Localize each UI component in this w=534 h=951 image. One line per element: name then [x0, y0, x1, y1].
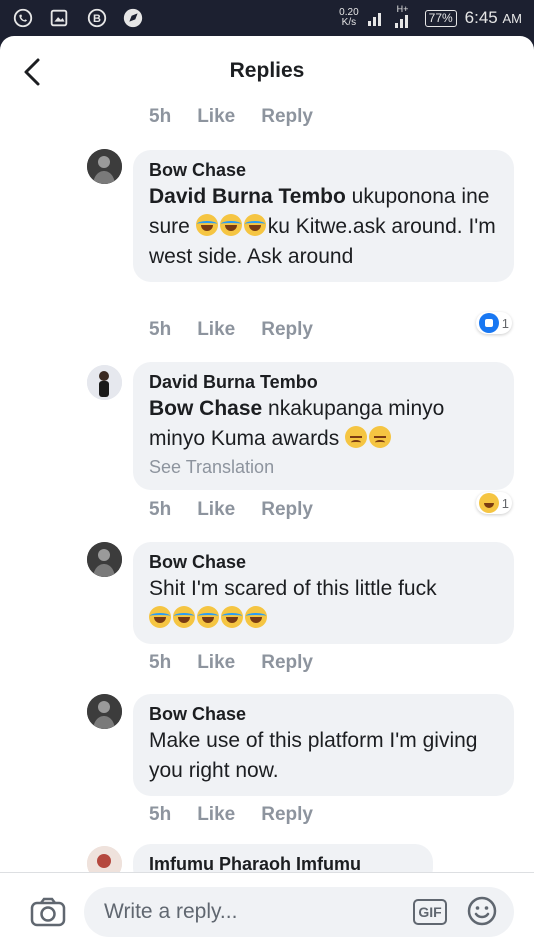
- camera-icon[interactable]: [30, 897, 66, 927]
- comment-text: David Burna Tembo ukuponona ine sure ku …: [149, 182, 498, 272]
- laughing-emoji-icon: [245, 606, 267, 628]
- comment-meta: 5h Like Reply: [149, 319, 313, 341]
- whatsapp-icon: [13, 8, 33, 28]
- gif-button[interactable]: GIF: [413, 899, 447, 925]
- reaction-count: 1: [501, 315, 509, 331]
- comment-author[interactable]: Bow Chase: [149, 703, 498, 726]
- comment-meta: 5h Like Reply: [149, 652, 313, 674]
- avatar-image: [87, 149, 122, 184]
- signal-h-plus: H+: [393, 4, 417, 28]
- clock: 6:45 AM: [465, 8, 522, 28]
- laughing-emoji-icon: [219, 214, 242, 236]
- comment-meta: 5h Like Reply: [149, 499, 313, 521]
- comment-author[interactable]: Bow Chase: [149, 159, 498, 182]
- avatar-image: [87, 694, 122, 729]
- comment-meta: 5h Like Reply: [149, 804, 313, 826]
- comment-bubble[interactable]: Bow Chase Shit I'm scared of this little…: [133, 542, 514, 644]
- like-button[interactable]: Like: [197, 499, 235, 521]
- reaction-summary[interactable]: 1: [475, 492, 512, 514]
- signal-icon: [367, 13, 381, 26]
- signal-icon-2: [394, 15, 408, 28]
- b-badge-icon: B: [87, 8, 107, 28]
- pouting-emoji-icon: [345, 426, 368, 448]
- like-button[interactable]: Like: [197, 804, 235, 826]
- like-button[interactable]: Like: [197, 652, 235, 674]
- like-button[interactable]: Like: [197, 106, 235, 128]
- avatar[interactable]: [87, 365, 122, 400]
- mention-link[interactable]: Bow Chase: [149, 397, 262, 420]
- laughing-emoji-icon: [197, 606, 219, 628]
- emoji-picker-icon[interactable]: [466, 895, 498, 927]
- comment-bubble[interactable]: Bow Chase David Burna Tembo ukuponona in…: [133, 150, 514, 282]
- comment-time: 5h: [149, 652, 172, 673]
- haha-reaction-icon: [478, 493, 499, 513]
- replies-sheet: Replies 5h Like Reply Bow Chase David Bu…: [0, 36, 534, 951]
- compass-icon: [123, 8, 143, 28]
- avatar-image: [87, 365, 122, 400]
- comment-author[interactable]: Bow Chase: [149, 551, 498, 574]
- avatar[interactable]: [87, 149, 122, 184]
- reply-composer: GIF: [0, 872, 534, 951]
- gallery-icon: [50, 9, 68, 27]
- reply-button[interactable]: Reply: [261, 319, 313, 341]
- like-button[interactable]: Like: [197, 319, 235, 341]
- reply-button[interactable]: Reply: [261, 652, 313, 674]
- comment-bubble[interactable]: David Burna Tembo Bow Chase nkakupanga m…: [133, 362, 514, 490]
- mention-link[interactable]: David Burna Tembo: [149, 185, 346, 208]
- clock-time: 6:45: [464, 8, 498, 27]
- reply-button[interactable]: Reply: [261, 804, 313, 826]
- network-speed: 0.20 K/s: [339, 8, 358, 28]
- reply-button[interactable]: Reply: [261, 499, 313, 521]
- comment-meta: 5h Like Reply: [149, 106, 313, 128]
- laughing-emoji-icon: [243, 214, 266, 236]
- battery-indicator: 77%: [424, 9, 457, 27]
- reply-button[interactable]: Reply: [261, 106, 313, 128]
- comment-time: 5h: [149, 804, 172, 825]
- comment-author[interactable]: David Burna Tembo: [149, 371, 498, 394]
- comment-text: Make use of this platform I'm giving you…: [149, 729, 478, 782]
- laughing-emoji-icon: [221, 606, 243, 628]
- reaction-summary[interactable]: 1: [475, 312, 512, 334]
- comment-time: 5h: [149, 106, 172, 127]
- pouting-emoji-icon: [369, 426, 392, 448]
- laughing-emoji-icon: [149, 606, 171, 628]
- comment-text: Shit I'm scared of this little fuck: [149, 574, 498, 634]
- like-reaction-icon: [478, 313, 499, 333]
- comment-text-part: Shit I'm scared of this little fuck: [149, 577, 437, 600]
- reaction-count: 1: [501, 495, 509, 511]
- avatar[interactable]: [87, 694, 122, 729]
- reply-input[interactable]: [84, 887, 514, 937]
- comment-time: 5h: [149, 319, 172, 340]
- clock-suffix: AM: [502, 11, 523, 26]
- laughing-emoji-icon: [195, 214, 218, 236]
- comment-text: Bow Chase nkakupanga minyo minyo Kuma aw…: [149, 394, 498, 454]
- speed-unit: K/s: [341, 17, 357, 28]
- status-bar: B 0.20 K/s H+ 77% 6:45 AM: [0, 0, 534, 36]
- header: Replies: [0, 36, 534, 108]
- laughing-emoji-icon: [173, 606, 195, 628]
- see-translation-link[interactable]: See Translation: [149, 454, 498, 480]
- page-title: Replies: [229, 59, 305, 82]
- comment-bubble[interactable]: Bow Chase Make use of this platform I'm …: [133, 694, 514, 796]
- svg-text:B: B: [93, 13, 101, 25]
- avatar[interactable]: [87, 542, 122, 577]
- comment-time: 5h: [149, 499, 172, 520]
- avatar-image: [87, 542, 122, 577]
